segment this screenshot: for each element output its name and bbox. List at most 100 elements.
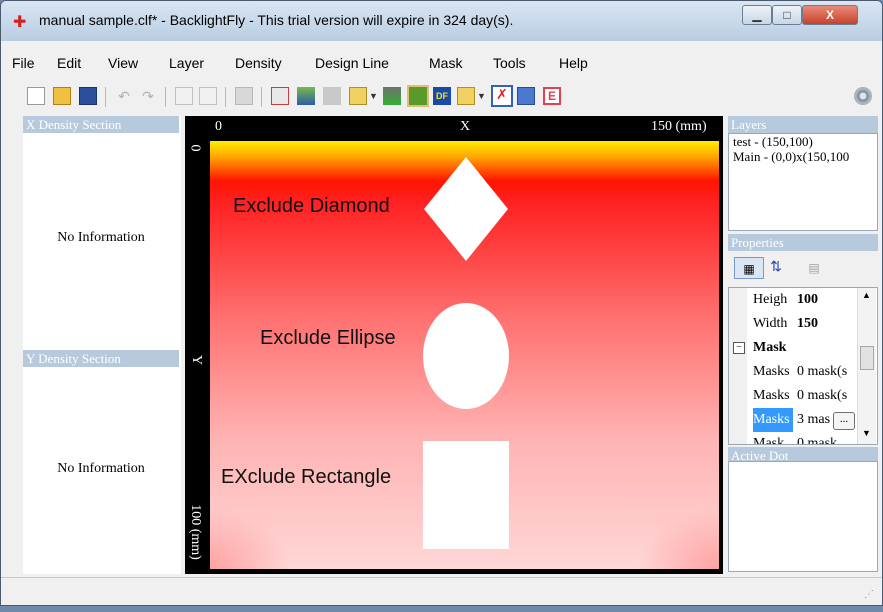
toolbar-separator: [261, 87, 262, 107]
menu-layer[interactable]: Layer: [169, 55, 204, 71]
y-ruler: 0 Y 100 (mm): [185, 116, 210, 574]
property-row[interactable]: Width 150: [729, 312, 855, 336]
menu-design-line[interactable]: Design Line: [315, 55, 389, 71]
x-ruler-end: 150 (mm): [651, 119, 707, 134]
menu-tools[interactable]: Tools: [493, 55, 526, 71]
scroll-down-arrow-icon[interactable]: ▼: [862, 428, 871, 438]
app-window: ✚ manual sample.clf* - BacklightFly - Th…: [0, 0, 883, 606]
property-value: 0 mask: [797, 436, 838, 445]
dot-layout-icon[interactable]: [271, 87, 289, 105]
minimize-button[interactable]: ▁: [742, 5, 772, 25]
property-name: Mask: [753, 436, 785, 445]
sort-alpha-icon[interactable]: ⇅: [766, 257, 786, 279]
title-bar: ✚ manual sample.clf* - BacklightFly - Th…: [1, 1, 882, 41]
property-name: Masks: [753, 408, 793, 432]
y-density-info: No Information: [57, 461, 145, 476]
layer-item-main[interactable]: Main - (0,0)x(150,100: [729, 149, 877, 164]
resize-grip-icon[interactable]: ⋰: [864, 589, 874, 600]
menu-mask[interactable]: Mask: [429, 55, 462, 71]
property-category-row[interactable]: − Mask: [729, 336, 855, 360]
property-row[interactable]: Mask 0 mask: [729, 432, 855, 445]
layers-list: test - (150,100) Main - (0,0)x(150,100: [728, 133, 878, 231]
app-icon: ✚: [13, 14, 27, 31]
x-density-info: No Information: [57, 230, 145, 245]
render-icon[interactable]: [383, 87, 401, 105]
properties-grid: Heigh 100 Width 150 − Mask Masks 0 mask(…: [728, 287, 878, 445]
open-folder-icon[interactable]: [53, 87, 71, 105]
y-axis-label: Y: [189, 354, 205, 366]
settings-gear-icon[interactable]: [854, 87, 872, 105]
toolbar: ↶ ↷ ▼ DF ▼ ✗ E: [23, 85, 873, 109]
import-icon[interactable]: [457, 87, 475, 105]
property-name: Masks: [753, 388, 790, 403]
dropdown-arrow-icon[interactable]: ▼: [477, 87, 487, 105]
exclude-ellipse-shape[interactable]: [423, 303, 509, 409]
gray-map-icon[interactable]: [323, 87, 341, 105]
property-value: 150: [797, 316, 818, 331]
select-area-icon[interactable]: [175, 87, 193, 105]
new-file-icon[interactable]: [27, 87, 45, 105]
dropdown-arrow-icon[interactable]: ▼: [369, 87, 379, 105]
scroll-up-arrow-icon[interactable]: ▲: [862, 290, 871, 300]
redo-icon[interactable]: ↷: [139, 87, 157, 105]
property-name: Masks: [753, 364, 790, 379]
categorized-view-icon[interactable]: ▦: [734, 257, 764, 279]
property-value: 0 mask(s: [797, 364, 848, 379]
menu-edit[interactable]: Edit: [57, 55, 81, 71]
scrollbar-thumb[interactable]: [860, 346, 874, 370]
x-ruler-start: 0: [215, 119, 222, 134]
properties-toolbar: ▦ ⇅ ▤: [728, 251, 878, 287]
property-row[interactable]: Heigh 100: [729, 288, 855, 312]
design-canvas[interactable]: 0 X 150 (mm) 0 Y 100 (mm) Exclude Diamon…: [185, 116, 723, 574]
maximize-button[interactable]: □: [772, 5, 802, 25]
toolbar-separator: [225, 87, 226, 107]
ellipsis-button[interactable]: ...: [833, 412, 855, 430]
property-row[interactable]: Masks 0 mask(s: [729, 360, 855, 384]
exclude-rectangle-shape[interactable]: [423, 441, 509, 549]
x-density-section-header: X Density Section: [23, 116, 179, 133]
table-icon[interactable]: [517, 87, 535, 105]
x-ruler: 0 X 150 (mm): [185, 116, 723, 141]
ellipse-label: Exclude Ellipse: [260, 327, 396, 349]
grid-lines-icon[interactable]: [235, 87, 253, 105]
undo-icon[interactable]: ↶: [115, 87, 133, 105]
window-title: manual sample.clf* - BacklightFly - This…: [39, 12, 514, 28]
property-value: 100: [797, 292, 818, 307]
property-row-selected[interactable]: Masks 3 mas ...: [729, 408, 855, 432]
menu-density[interactable]: Density: [235, 55, 282, 71]
property-category: Mask: [753, 340, 787, 355]
left-panel: X Density Section No Information Y Densi…: [23, 116, 181, 574]
graph-icon[interactable]: ✗: [491, 85, 513, 107]
property-row[interactable]: Masks 0 mask(s: [729, 384, 855, 408]
x-axis-label: X: [460, 119, 471, 134]
property-name: Heigh: [753, 292, 788, 307]
density-map-icon[interactable]: [297, 87, 315, 105]
menu-file[interactable]: File: [12, 55, 35, 71]
edit-icon[interactable]: E: [543, 87, 561, 105]
collapse-icon[interactable]: −: [733, 342, 745, 354]
property-pages-icon[interactable]: ▤: [804, 257, 824, 279]
property-name: Width: [753, 316, 788, 331]
exclude-diamond-shape[interactable]: [424, 157, 508, 261]
properties-scrollbar[interactable]: ▲ ▼: [857, 288, 876, 444]
menu-help[interactable]: Help: [559, 55, 588, 71]
y-ruler-start: 0: [187, 144, 203, 152]
toolbar-separator: [105, 87, 106, 107]
layers-header: Layers: [728, 116, 878, 133]
toolbar-separator: [165, 87, 166, 107]
properties-header: Properties: [728, 234, 878, 251]
rectangle-label: EXclude Rectangle: [221, 466, 392, 488]
menu-view[interactable]: View: [108, 55, 138, 71]
right-panel: Layers test - (150,100) Main - (0,0)x(15…: [728, 116, 878, 574]
preview-icon[interactable]: [407, 85, 429, 107]
y-density-section-header: Y Density Section: [23, 350, 179, 367]
df-icon[interactable]: DF: [433, 87, 451, 105]
page-icon[interactable]: [199, 87, 217, 105]
layer-item-test[interactable]: test - (150,100): [729, 134, 877, 149]
status-bar: ⋰: [1, 577, 882, 605]
density-plot[interactable]: Exclude Diamond Exclude Ellipse EXclude …: [210, 141, 719, 569]
export-icon[interactable]: [349, 87, 367, 105]
close-button[interactable]: X: [802, 5, 858, 25]
save-icon[interactable]: [79, 87, 97, 105]
y-ruler-end: 100 (mm): [187, 504, 203, 560]
